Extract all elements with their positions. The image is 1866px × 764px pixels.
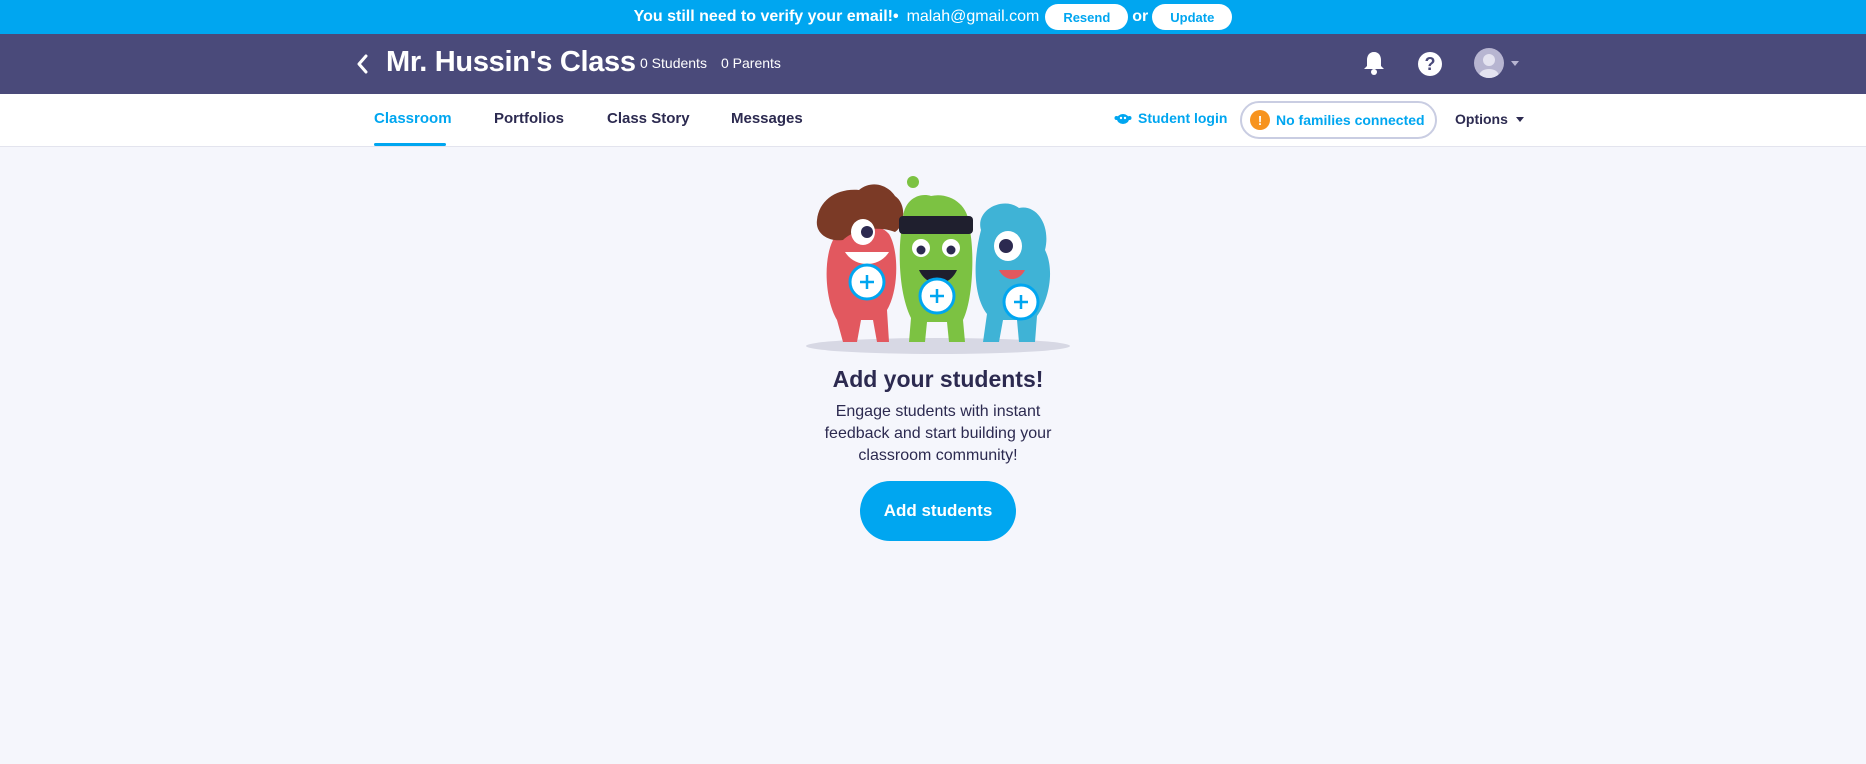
warning-icon: ! [1250, 110, 1270, 130]
options-label: Options [1455, 111, 1508, 127]
tab-portfolios[interactable]: Portfolios [494, 110, 564, 127]
chevron-left-icon [357, 54, 368, 74]
class-title: Mr. Hussin's Class [386, 46, 636, 78]
families-connected-button[interactable]: ! No families connected [1240, 101, 1437, 139]
chevron-down-icon[interactable] [1511, 61, 1519, 66]
verify-email-address: malah@gmail.com [906, 8, 1040, 25]
avatar-icon [1479, 54, 1499, 78]
class-header: Mr. Hussin's Class 0 Students 0 Parents … [0, 34, 1866, 94]
tab-messages[interactable]: Messages [731, 110, 803, 127]
back-button[interactable] [352, 50, 372, 78]
tab-class-story[interactable]: Class Story [607, 110, 690, 127]
monster-icon [1114, 114, 1132, 124]
avatar[interactable] [1474, 48, 1504, 78]
add-students-button[interactable]: Add students [860, 481, 1016, 541]
verify-email-banner: You still need to verify your email!• ma… [0, 0, 1866, 34]
empty-state-title: Add your students! [832, 366, 1044, 392]
monsters-illustration [806, 176, 1070, 354]
or-text: or [1132, 8, 1149, 25]
notifications-button[interactable] [1362, 50, 1386, 76]
empty-state-description: Engage students with instant feedback an… [824, 403, 1052, 464]
families-label: No families connected [1276, 112, 1425, 128]
verify-message: You still need to verify your email!• [633, 8, 899, 25]
empty-state: Add your students! Engage students with … [780, 170, 1096, 541]
student-login-button[interactable]: Student login [1114, 110, 1227, 126]
chevron-down-icon [1515, 116, 1524, 122]
update-button[interactable]: Update [1152, 4, 1233, 30]
students-count[interactable]: 0 Students [640, 55, 707, 71]
student-login-label: Student login [1138, 110, 1228, 126]
parents-count[interactable]: 0 Parents [721, 55, 781, 71]
class-nav: Classroom Portfolios Class Story Message… [0, 94, 1866, 147]
bell-icon [1364, 52, 1384, 75]
help-icon[interactable]: ? [1418, 52, 1442, 76]
active-tab-indicator [374, 143, 446, 146]
tab-classroom[interactable]: Classroom [374, 110, 452, 127]
options-dropdown[interactable]: Options [1455, 111, 1524, 127]
resend-button[interactable]: Resend [1045, 4, 1129, 30]
